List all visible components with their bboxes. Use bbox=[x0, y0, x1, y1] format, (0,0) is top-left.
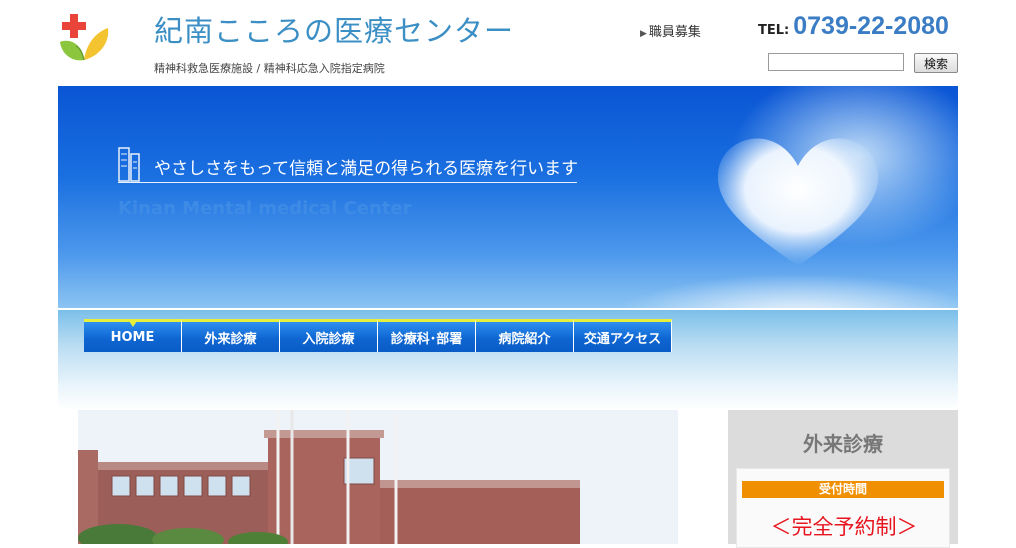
tel-number: 0739-22-2080 bbox=[793, 12, 949, 40]
site-title[interactable]: 紀南こころの医療センター bbox=[154, 8, 514, 50]
hospital-building-image bbox=[78, 410, 678, 544]
recruit-link-label: 職員募集 bbox=[648, 25, 701, 40]
heart-cloud-image bbox=[717, 138, 879, 266]
search-button[interactable]: 検索 bbox=[914, 53, 958, 73]
reservation-notice: ＜完全予約制＞ bbox=[770, 515, 918, 539]
nav-outpatient[interactable]: 外来診療 bbox=[182, 319, 280, 352]
hero-english-name: Kinan Mental medical Center bbox=[118, 198, 412, 219]
nav-departments[interactable]: 診療科･部署 bbox=[378, 319, 476, 352]
hospital-photo bbox=[78, 410, 678, 544]
phone-number: TEL: 0739-22-2080 bbox=[758, 12, 949, 41]
nav-access[interactable]: 交通アクセス bbox=[574, 319, 672, 352]
sidebar-title: 外来診療 bbox=[803, 432, 883, 456]
hero-banner: やさしさをもって信頼と満足の得られる医療を行います Kinan Mental m… bbox=[58, 86, 958, 308]
nav-home[interactable]: HOME bbox=[84, 319, 182, 352]
reception-hours-label: 受付時間 bbox=[742, 481, 944, 498]
nav-about[interactable]: 病院紹介 bbox=[476, 319, 574, 352]
recruit-link[interactable]: ▶ 職員募集 bbox=[640, 21, 701, 40]
main-nav: HOME 外来診療 入院診療 診療科･部署 病院紹介 交通アクセス bbox=[84, 319, 672, 352]
tel-label: TEL: bbox=[758, 23, 790, 38]
sidebar-outpatient: 外来診療 受付時間 ＜完全予約制＞ bbox=[728, 410, 958, 548]
site-subtitle: 精神科救急医療施設 / 精神科応急入院指定病院 bbox=[154, 62, 385, 75]
nav-inpatient[interactable]: 入院診療 bbox=[280, 319, 378, 352]
building-icon bbox=[118, 147, 140, 182]
hospital-logo-icon[interactable] bbox=[56, 8, 112, 68]
reception-card: 受付時間 ＜完全予約制＞ bbox=[736, 468, 950, 548]
search-input[interactable] bbox=[768, 53, 904, 71]
hero-tagline: やさしさをもって信頼と満足の得られる医療を行います bbox=[154, 159, 579, 179]
triangle-arrow-icon: ▶ bbox=[640, 29, 647, 39]
hero-divider bbox=[118, 182, 577, 183]
